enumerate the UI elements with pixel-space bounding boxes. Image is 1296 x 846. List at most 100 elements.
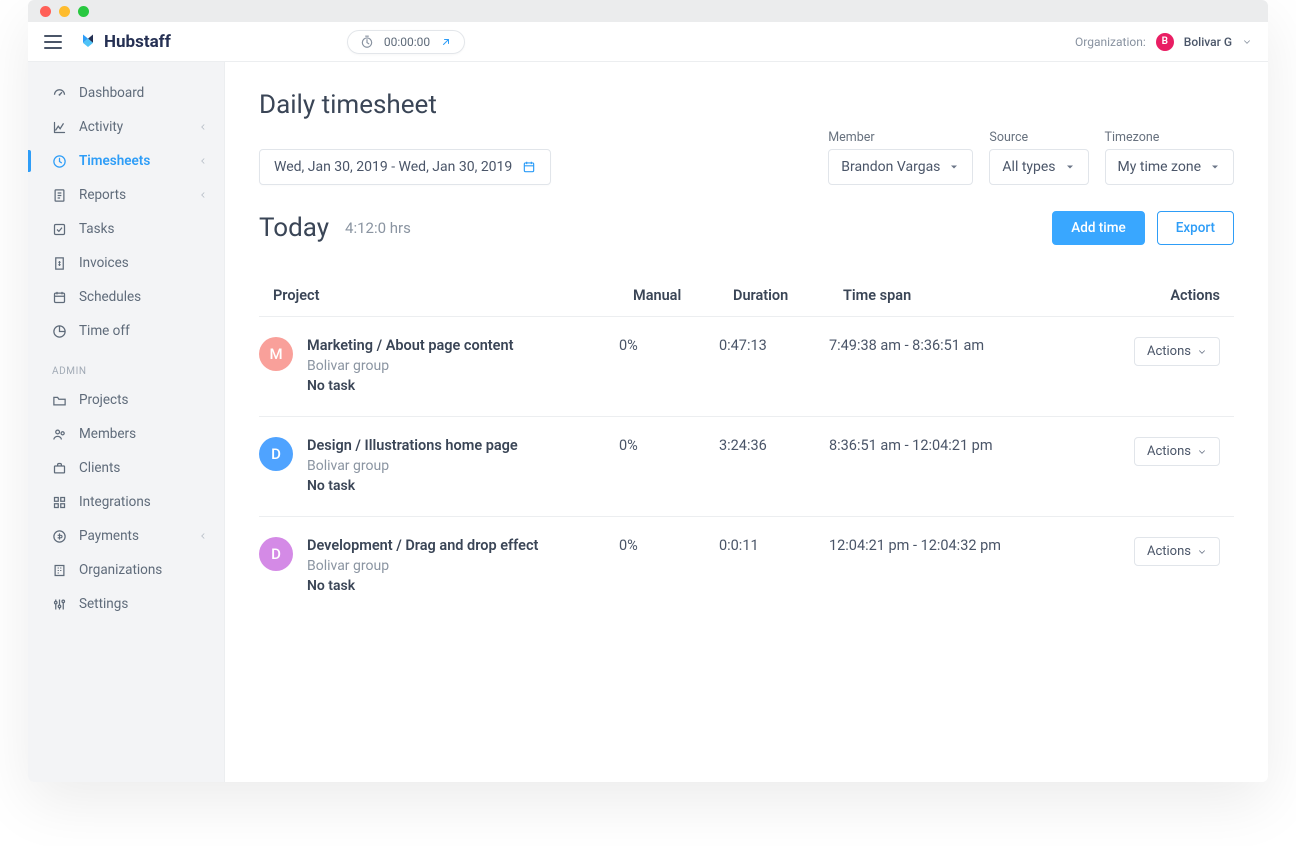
- project-client: Bolivar group: [307, 458, 518, 474]
- topbar: Hubstaff 00:00:00 Organization: B Boliva…: [28, 22, 1268, 62]
- sidebar-item-label: Timesheets: [79, 153, 150, 169]
- table-row: D Design / Illustrations home page Boliv…: [259, 417, 1234, 517]
- open-external-icon: [440, 36, 452, 48]
- chart-line-icon: [52, 120, 67, 135]
- sidebar-item-label: Members: [79, 426, 136, 442]
- sidebar-item-reports[interactable]: Reports: [28, 178, 224, 212]
- project-avatar: D: [259, 537, 293, 571]
- source-select[interactable]: All types: [989, 149, 1088, 185]
- calendar-icon: [52, 290, 67, 305]
- org-avatar: B: [1156, 33, 1174, 51]
- sidebar-item-integrations[interactable]: Integrations: [28, 485, 224, 519]
- sidebar-item-label: Settings: [79, 596, 128, 612]
- sidebar-item-timeoff[interactable]: Time off: [28, 314, 224, 348]
- sidebar-item-payments[interactable]: Payments: [28, 519, 224, 553]
- sidebar-item-label: Dashboard: [79, 85, 144, 101]
- chevron-left-icon: [198, 531, 208, 541]
- row-actions-button[interactable]: Actions: [1134, 437, 1220, 466]
- row-actions-button[interactable]: Actions: [1134, 537, 1220, 566]
- menu-toggle-button[interactable]: [44, 35, 62, 49]
- member-select[interactable]: Brandon Vargas: [828, 149, 973, 185]
- brand-logo-icon: [78, 32, 98, 52]
- sidebar-item-dashboard[interactable]: Dashboard: [28, 76, 224, 110]
- chevron-left-icon: [198, 156, 208, 166]
- sidebar-item-invoices[interactable]: Invoices: [28, 246, 224, 280]
- filter-label: Source: [989, 130, 1088, 145]
- sidebar-item-label: Payments: [79, 528, 139, 544]
- sidebar-item-schedules[interactable]: Schedules: [28, 280, 224, 314]
- date-range-picker[interactable]: Wed, Jan 30, 2019 - Wed, Jan 30, 2019: [259, 149, 551, 185]
- cell-timespan: 7:49:38 am - 8:36:51 am: [829, 337, 1100, 354]
- project-client: Bolivar group: [307, 558, 538, 574]
- cell-manual: 0%: [619, 537, 719, 554]
- th-timespan: Time span: [843, 287, 1100, 304]
- sidebar-item-clients[interactable]: Clients: [28, 451, 224, 485]
- users-icon: [52, 427, 67, 442]
- add-time-button[interactable]: Add time: [1052, 211, 1144, 245]
- sidebar-item-label: Activity: [79, 119, 123, 135]
- cell-manual: 0%: [619, 437, 719, 454]
- sidebar-item-activity[interactable]: Activity: [28, 110, 224, 144]
- minimize-window-button[interactable]: [59, 6, 70, 17]
- document-icon: [52, 188, 67, 203]
- date-range-value: Wed, Jan 30, 2019 - Wed, Jan 30, 2019: [274, 159, 512, 175]
- sidebar-item-organizations[interactable]: Organizations: [28, 553, 224, 587]
- sidebar-item-label: Clients: [79, 460, 120, 476]
- sidebar-item-timesheets[interactable]: Timesheets: [28, 144, 224, 178]
- timezone-select[interactable]: My time zone: [1105, 149, 1234, 185]
- project-avatar: M: [259, 337, 293, 371]
- window-titlebar: [28, 0, 1268, 22]
- grid-icon: [52, 495, 67, 510]
- brand-name: Hubstaff: [104, 32, 171, 52]
- close-window-button[interactable]: [40, 6, 51, 17]
- sidebar-item-members[interactable]: Members: [28, 417, 224, 451]
- cell-duration: 0:0:11: [719, 537, 829, 554]
- today-row: Today 4:12:0 hrs Add time Export: [259, 211, 1234, 245]
- sidebar-item-tasks[interactable]: Tasks: [28, 212, 224, 246]
- filter-timezone: Timezone My time zone: [1105, 130, 1234, 185]
- cell-duration: 3:24:36: [719, 437, 829, 454]
- project-name: Development / Drag and drop effect: [307, 537, 538, 554]
- sidebar-item-projects[interactable]: Projects: [28, 383, 224, 417]
- sidebar-item-label: Invoices: [79, 255, 129, 271]
- project-task: No task: [307, 378, 513, 394]
- filter-label: Member: [828, 130, 973, 145]
- sliders-icon: [52, 597, 67, 612]
- gauge-icon: [52, 86, 67, 101]
- th-manual: Manual: [633, 287, 733, 304]
- sidebar-item-label: Projects: [79, 392, 129, 408]
- project-task: No task: [307, 478, 518, 494]
- project-name: Marketing / About page content: [307, 337, 513, 354]
- chevron-down-icon: [1242, 37, 1252, 47]
- timesheet-table: Project Manual Duration Time span Action…: [259, 275, 1234, 616]
- today-title: Today: [259, 213, 329, 243]
- brand[interactable]: Hubstaff: [78, 32, 171, 52]
- sidebar: Dashboard Activity Timesheets Reports Ta…: [28, 62, 225, 782]
- caret-down-icon: [948, 161, 960, 173]
- caret-down-icon: [1064, 161, 1076, 173]
- chevron-left-icon: [198, 122, 208, 132]
- select-value: All types: [1002, 159, 1055, 175]
- th-project: Project: [273, 287, 633, 304]
- maximize-window-button[interactable]: [78, 6, 89, 17]
- filter-member: Member Brandon Vargas: [828, 130, 973, 185]
- table-row: D Development / Drag and drop effect Bol…: [259, 517, 1234, 616]
- filters-row: Wed, Jan 30, 2019 - Wed, Jan 30, 2019 Me…: [259, 130, 1234, 185]
- sidebar-item-settings[interactable]: Settings: [28, 587, 224, 621]
- cell-timespan: 8:36:51 am - 12:04:21 pm: [829, 437, 1100, 454]
- page-title: Daily timesheet: [259, 90, 1234, 120]
- pie-icon: [52, 324, 67, 339]
- sidebar-item-label: Tasks: [79, 221, 114, 237]
- row-actions-button[interactable]: Actions: [1134, 337, 1220, 366]
- clock-icon: [52, 154, 67, 169]
- actions-label: Actions: [1147, 344, 1191, 359]
- folder-icon: [52, 393, 67, 408]
- org-label: Organization:: [1075, 35, 1146, 49]
- org-switcher[interactable]: Organization: B Bolivar G: [1075, 33, 1252, 51]
- export-button[interactable]: Export: [1157, 211, 1234, 245]
- actions-label: Actions: [1147, 444, 1191, 459]
- timer-widget[interactable]: 00:00:00: [347, 30, 465, 54]
- sidebar-item-label: Schedules: [79, 289, 141, 305]
- project-avatar: D: [259, 437, 293, 471]
- project-task: No task: [307, 578, 538, 594]
